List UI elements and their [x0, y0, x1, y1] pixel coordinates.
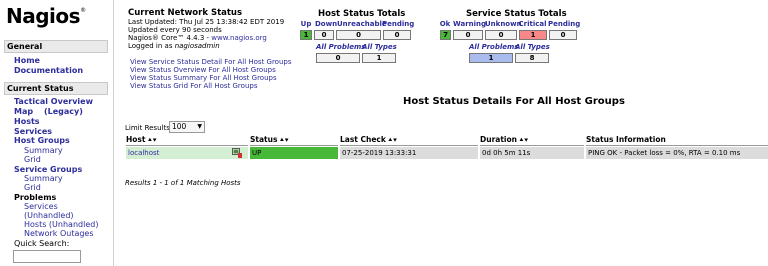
network-status-panel: Current Network Status Last Updated: Thu…	[128, 8, 284, 50]
link-status-summary[interactable]: View Status Summary For All Host Groups	[130, 74, 277, 82]
nav-host-groups-grid[interactable]: Grid	[24, 155, 41, 164]
results-count: Results 1 - 1 of 1 Matching Hosts	[125, 179, 241, 187]
limit-results-select[interactable]: 100 ▼	[169, 121, 205, 133]
nav-problems-hosts-unhandled[interactable]: Hosts (Unhandled)	[24, 220, 98, 229]
host-link[interactable]: localhost	[126, 147, 248, 159]
host-head-up[interactable]: Up	[297, 20, 315, 28]
service-head-unknown[interactable]: Unknown	[485, 20, 522, 28]
nav-map[interactable]: Map	[14, 107, 33, 116]
column-last-check[interactable]: Last Check ⯅⯆	[340, 134, 478, 146]
host-down-count: 0	[314, 30, 334, 40]
column-status[interactable]: Status ⯅⯆	[250, 134, 338, 146]
service-totals-title: Service Status Totals	[466, 9, 567, 19]
host-pending-count: 0	[383, 30, 411, 40]
host-graph-icon[interactable]	[232, 148, 242, 158]
service-head-warning[interactable]: Warning	[453, 20, 486, 28]
last-check-cell: 07-25-2019 13:33:31	[340, 147, 478, 159]
nav-problems-services[interactable]: Services	[24, 202, 58, 211]
network-status-title: Current Network Status	[128, 8, 243, 18]
nagios-website-link[interactable]: www.nagios.org	[211, 34, 267, 42]
service-critical-count: 1	[519, 30, 547, 40]
nav-hosts[interactable]: Hosts	[14, 117, 40, 126]
service-all-types-count: 8	[515, 53, 549, 63]
host-all-types-count: 1	[362, 53, 396, 63]
limit-results-label: Limit Results:	[125, 124, 173, 132]
sort-arrows-icon[interactable]: ⯅⯆	[147, 137, 157, 144]
host-unreachable-count: 0	[336, 30, 381, 40]
status-badge: UP	[250, 147, 338, 159]
nav-documentation[interactable]: Documentation	[14, 66, 83, 75]
host-totals-title: Host Status Totals	[318, 9, 406, 19]
nagios-logo[interactable]: Nagios®	[6, 4, 86, 28]
nav-home[interactable]: Home	[14, 56, 40, 65]
sidebar: Nagios® General Home Documentation Curre…	[0, 0, 114, 266]
service-pending-count: 0	[549, 30, 577, 40]
status-information-cell: PING OK - Packet loss = 0%, RTA = 0.10 m…	[586, 147, 768, 159]
link-service-status-detail[interactable]: View Service Status Detail For All Host …	[130, 58, 292, 66]
service-all-problems-link[interactable]: All Problems	[469, 43, 518, 51]
nav-services[interactable]: Services	[14, 127, 52, 136]
host-head-pending[interactable]: Pending	[382, 20, 414, 28]
nav-map-legacy[interactable]: (Legacy)	[44, 107, 83, 116]
nav-tactical-overview[interactable]: Tactical Overview	[14, 97, 93, 106]
nav-service-groups[interactable]: Service Groups	[14, 165, 82, 174]
link-status-overview[interactable]: View Status Overview For All Host Groups	[130, 66, 276, 74]
chevron-down-icon: ▼	[197, 123, 202, 130]
nav-host-groups[interactable]: Host Groups	[14, 136, 70, 145]
column-duration[interactable]: Duration ⯅⯆	[480, 134, 584, 146]
logged-in-user: nagiosadmin	[174, 42, 220, 50]
section-current-status: Current Status	[4, 82, 108, 95]
nav-network-outages[interactable]: Network Outages	[24, 229, 94, 238]
version-line: Nagios® Core™ 4.4.3 - www.nagios.org	[128, 34, 267, 42]
update-interval: Updated every 90 seconds	[128, 26, 222, 34]
quick-search-label: Quick Search:	[14, 239, 70, 248]
service-all-types-link[interactable]: All Types	[515, 43, 550, 51]
nav-problems-services-unhandled[interactable]: (Unhandled)	[24, 211, 74, 220]
sort-arrows-icon[interactable]: ⯅⯆	[519, 137, 529, 144]
nav-problems-label: Problems	[14, 193, 57, 202]
column-status-information: Status Information	[586, 134, 768, 146]
nav-service-groups-summary[interactable]: Summary	[24, 174, 63, 183]
host-all-types-link[interactable]: All Types	[362, 43, 397, 51]
link-status-grid[interactable]: View Status Grid For All Host Groups	[130, 82, 257, 90]
host-all-problems-count: 0	[316, 53, 360, 63]
duration-cell: 0d 0h 5m 11s	[480, 147, 584, 159]
service-all-problems-count: 1	[469, 53, 513, 63]
host-up-count: 1	[300, 30, 312, 40]
page-title: Host Status Details For All Host Groups	[403, 96, 625, 107]
host-all-problems-link[interactable]: All Problems	[316, 43, 365, 51]
service-unknown-count: 0	[485, 30, 517, 40]
service-head-pending[interactable]: Pending	[548, 20, 580, 28]
last-updated: Last Updated: Thu Jul 25 13:38:42 EDT 20…	[128, 18, 285, 26]
service-head-ok[interactable]: Ok	[438, 20, 452, 28]
nav-host-groups-summary[interactable]: Summary	[24, 146, 63, 155]
sort-arrows-icon[interactable]: ⯅⯆	[279, 137, 289, 144]
service-head-critical[interactable]: Critical	[518, 20, 547, 28]
service-warning-count: 0	[453, 30, 483, 40]
logged-in-line: Logged in as nagiosadmin	[128, 42, 220, 50]
nav-service-groups-grid[interactable]: Grid	[24, 183, 41, 192]
quick-search-input[interactable]	[13, 250, 81, 263]
column-host[interactable]: Host ⯅⯆	[126, 134, 248, 146]
sort-arrows-icon[interactable]: ⯅⯆	[388, 137, 398, 144]
section-general: General	[4, 40, 108, 53]
service-ok-count: 7	[440, 30, 451, 40]
host-head-unreachable[interactable]: Unreachable	[337, 20, 387, 28]
host-head-down[interactable]: Down	[315, 20, 337, 28]
